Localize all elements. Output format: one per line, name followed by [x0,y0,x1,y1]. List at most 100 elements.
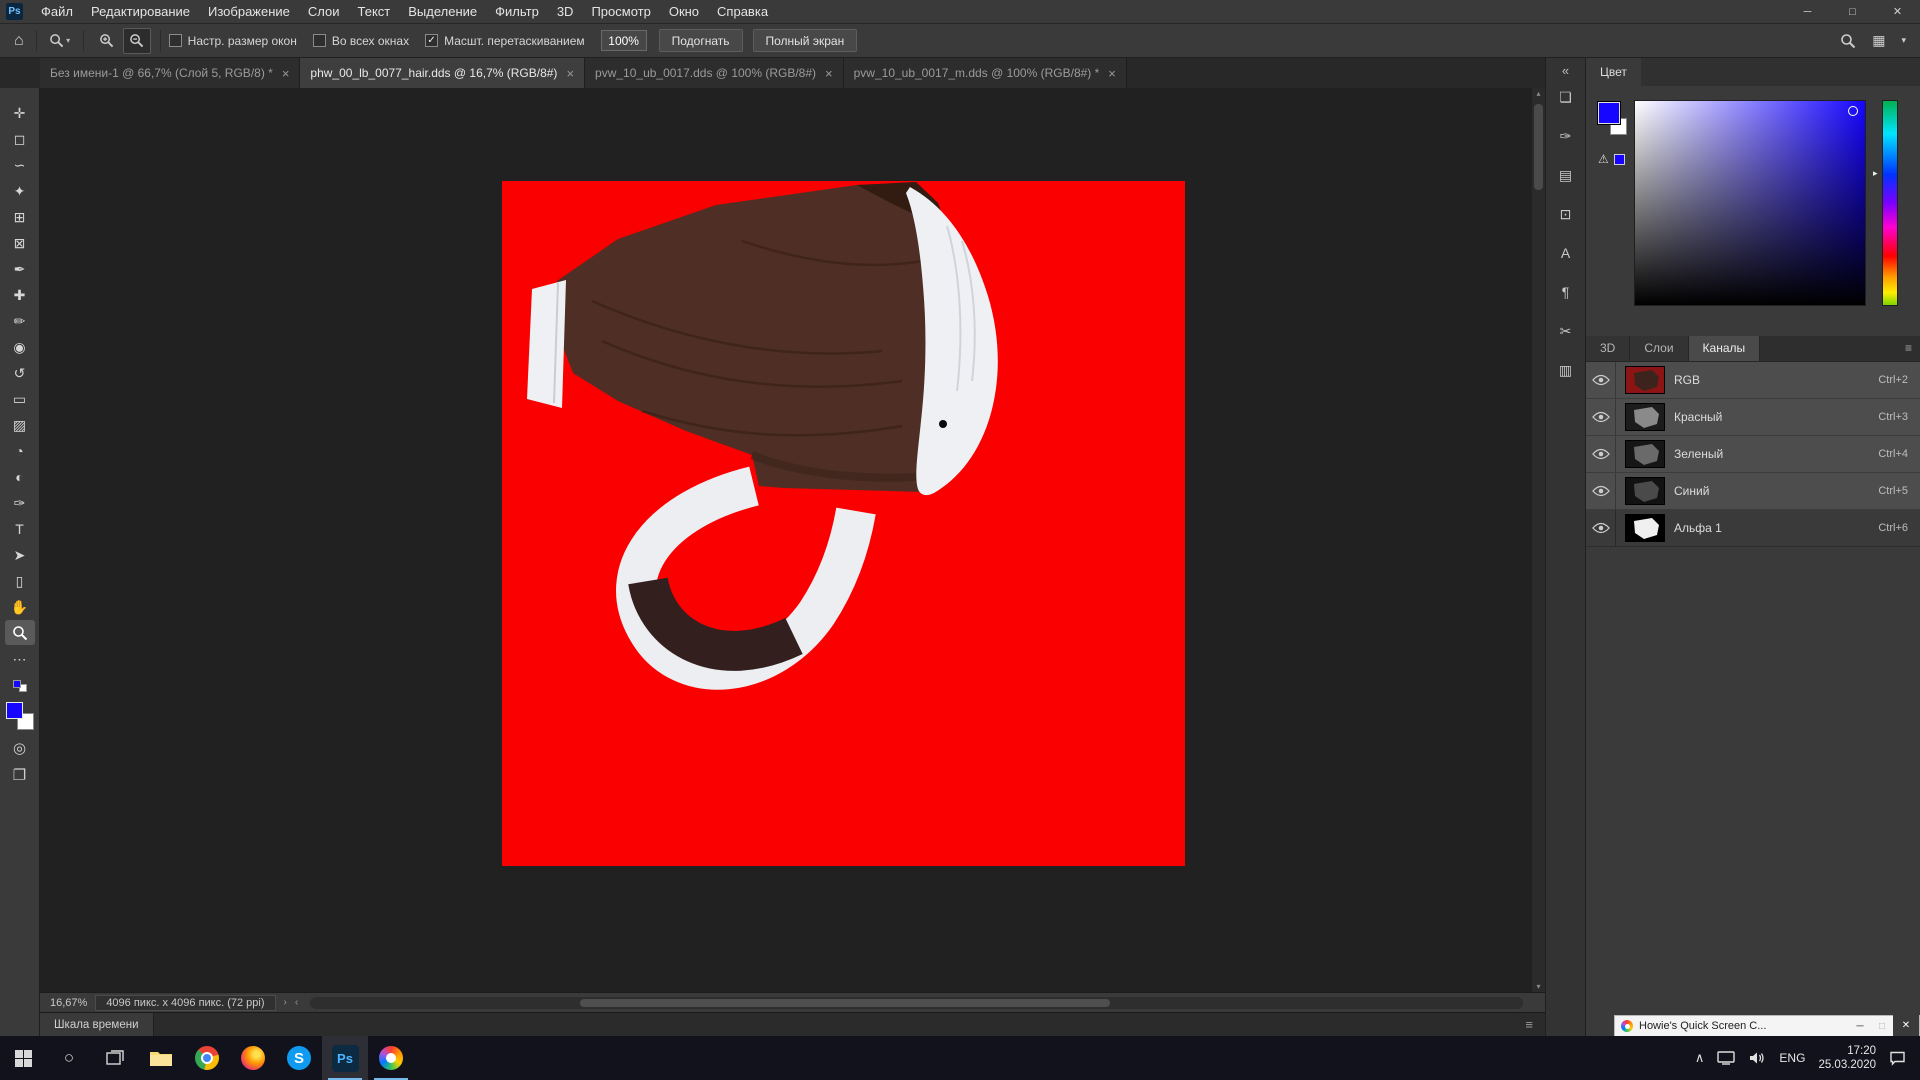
horizontal-scroll-thumb[interactable] [580,999,1110,1007]
foreground-color-swatch[interactable] [1598,102,1620,124]
channel-row-red[interactable]: Красный Ctrl+3 [1586,399,1920,436]
search-icon[interactable] [1840,33,1856,49]
menu-type[interactable]: Текст [349,0,400,24]
tab-close-icon[interactable]: × [1108,66,1116,81]
tab-layers[interactable]: Слои [1630,336,1688,361]
volume-icon[interactable] [1748,1051,1766,1065]
panel-icon-character[interactable]: A [1552,240,1580,266]
task-view-button[interactable] [92,1036,138,1080]
quick-mask-icon[interactable]: ◎ [13,739,26,757]
visibility-toggle[interactable] [1586,510,1616,546]
chevron-left-icon[interactable]: ‹ [295,997,298,1008]
all-windows-checkbox[interactable]: Во всех окнах [313,34,409,48]
channel-row-rgb[interactable]: RGB Ctrl+2 [1586,362,1920,399]
scrubby-zoom-checkbox[interactable]: ✓ Масшт. перетаскиванием [425,34,585,48]
menu-file[interactable]: Файл [32,0,82,24]
network-icon[interactable] [1717,1051,1735,1065]
tool-blur[interactable]: ◔ [5,438,35,463]
tool-brush[interactable]: ✏ [5,308,35,333]
panel-icon-brush-settings[interactable]: ✑ [1552,123,1580,149]
tab-close-icon[interactable]: × [282,66,290,81]
scroll-up-icon[interactable]: ▴ [1532,89,1545,98]
tool-crop[interactable]: ⊞ [5,204,35,229]
visibility-toggle[interactable] [1586,362,1616,398]
visibility-toggle[interactable] [1586,473,1616,509]
overlay-minimize-button[interactable]: ─ [1849,1021,1871,1032]
tool-gradient[interactable]: ▨ [5,412,35,437]
default-colors-icon[interactable] [13,680,27,692]
overlay-close-button[interactable]: ✕ [1893,1015,1919,1037]
tab-channels[interactable]: Каналы [1689,336,1761,361]
foreground-color-swatch[interactable] [6,702,23,719]
channel-row-green[interactable]: Зеленый Ctrl+4 [1586,436,1920,473]
tab-3d[interactable]: 3D [1586,336,1630,361]
zoom-level[interactable]: 16,67% [50,997,87,1009]
tool-marquee[interactable]: ◻ [5,126,35,151]
fullscreen-button[interactable]: Полный экран [753,29,858,52]
screen-mode-icon[interactable]: ❐ [13,766,26,784]
close-button[interactable]: ✕ [1875,0,1920,24]
tool-quick-selection[interactable]: ✦ [5,178,35,203]
scroll-down-icon[interactable]: ▾ [1532,982,1545,991]
timeline-tab[interactable]: Шкала времени [40,1013,154,1037]
workspace-icon[interactable]: ▦ [1872,32,1885,49]
panel-icon-arrange[interactable]: ❏ [1552,84,1580,110]
tool-eyedropper[interactable]: ✒ [5,256,35,281]
file-explorer-button[interactable] [138,1036,184,1080]
skype-button[interactable]: S [276,1036,322,1080]
chevron-right-icon[interactable]: › [284,997,287,1008]
tool-history-brush[interactable]: ↺ [5,360,35,385]
minimize-button[interactable]: ─ [1785,0,1830,24]
tool-frame[interactable]: ⊠ [5,230,35,255]
overlay-maximize-button[interactable]: □ [1871,1021,1893,1032]
panel-icon-clone-source[interactable]: ⊡ [1552,201,1580,227]
start-button[interactable] [0,1036,46,1080]
channel-row-alpha[interactable]: Альфа 1 Ctrl+6 [1586,510,1920,547]
tab-close-icon[interactable]: × [566,66,574,81]
panel-menu-icon[interactable]: ≡ [1905,336,1912,361]
tool-rectangle[interactable]: ▯ [5,568,35,593]
hue-slider[interactable] [1882,100,1898,306]
home-icon[interactable]: ⌂ [10,32,28,50]
panel-icon-libraries[interactable]: ▥ [1552,357,1580,383]
tool-clone-stamp[interactable]: ◉ [5,334,35,359]
menu-view[interactable]: Просмотр [582,0,659,24]
photoshop-taskbar-button[interactable]: Ps [322,1036,368,1080]
timeline-menu-icon[interactable]: ≡ [1525,1017,1533,1032]
panel-icon-pattern[interactable]: ▤ [1552,162,1580,188]
panel-icon-paragraph[interactable]: ¶ [1552,279,1580,305]
vertical-scrollbar[interactable]: ▴ ▾ [1532,88,1545,992]
chevron-down-icon[interactable]: ▾ [1901,35,1906,46]
menu-image[interactable]: Изображение [199,0,299,24]
collapse-panels-icon[interactable]: « [1562,63,1569,78]
document-tab[interactable]: Без имени-1 @ 66,7% (Слой 5, RGB/8) * × [40,58,300,88]
taskbar-search-button[interactable]: ○ [46,1036,92,1080]
tool-zoom[interactable] [5,620,35,645]
tool-hand[interactable]: ✋ [5,594,35,619]
hue-slider-marker[interactable]: ▸ [1873,168,1878,179]
taskbar-clock[interactable]: 17:20 25.03.2020 [1818,1044,1876,1073]
menu-filter[interactable]: Фильтр [486,0,548,24]
visibility-toggle[interactable] [1586,436,1616,472]
zoom-out-button[interactable] [123,28,151,54]
notifications-icon[interactable] [1889,1051,1906,1066]
maximize-button[interactable]: □ [1830,0,1875,24]
tool-eraser[interactable]: ▭ [5,386,35,411]
tool-pen[interactable]: ✑ [5,490,35,515]
menu-edit[interactable]: Редактирование [82,0,199,24]
menu-3d[interactable]: 3D [548,0,583,24]
canvas-area[interactable]: ▴ ▾ [40,88,1545,992]
tool-path-selection[interactable]: ➤ [5,542,35,567]
document-tab[interactable]: pvw_10_ub_0017.dds @ 100% (RGB/8#) × [585,58,844,88]
web-color-swatch[interactable] [1614,154,1625,165]
color-panel-tab[interactable]: Цвет [1586,58,1641,86]
resize-windows-checkbox[interactable]: Настр. размер окон [169,34,297,48]
tray-expand-icon[interactable]: ∧ [1695,1050,1705,1066]
menu-window[interactable]: Окно [660,0,708,24]
tool-lasso[interactable]: ∽ [5,152,35,177]
chrome-button[interactable] [184,1036,230,1080]
color-field-marker[interactable] [1848,106,1858,116]
menu-layers[interactable]: Слои [299,0,349,24]
document-tab-active[interactable]: phw_00_lb_0077_hair.dds @ 16,7% (RGB/8#)… [300,58,585,88]
firefox-button[interactable] [230,1036,276,1080]
